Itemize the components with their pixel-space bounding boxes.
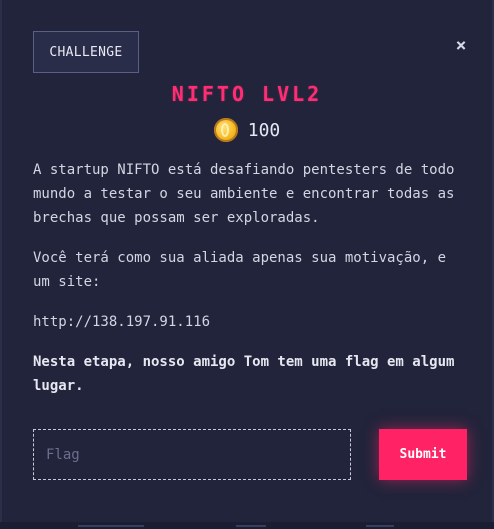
hint-text: Nesta etapa, nosso amigo Tom tem uma fla… bbox=[33, 354, 455, 394]
points-display: 100 bbox=[0, 118, 494, 142]
coin-icon bbox=[213, 118, 238, 142]
flag-input[interactable] bbox=[33, 429, 351, 480]
target-url-text: http://138.197.91.116 bbox=[33, 314, 211, 330]
modal-left-edge bbox=[0, 0, 2, 529]
points-value: 100 bbox=[247, 119, 281, 141]
submit-button[interactable]: Submit bbox=[379, 429, 467, 480]
bottom-strip bbox=[0, 522, 494, 529]
hint-paragraph: Nesta etapa, nosso amigo Tom tem uma fla… bbox=[33, 350, 463, 398]
description-paragraph: A startup NIFTO está desafiando penteste… bbox=[33, 158, 463, 230]
description-text-2: Você terá como sua aliada apenas sua mot… bbox=[33, 250, 447, 290]
description-paragraph: Você terá como sua aliada apenas sua mot… bbox=[33, 246, 463, 294]
challenge-title: NIFTO LVL2 bbox=[171, 82, 323, 106]
target-url: http://138.197.91.116 bbox=[33, 310, 463, 334]
challenge-tag: CHALLENGE bbox=[33, 31, 139, 73]
close-icon[interactable]: × bbox=[452, 35, 470, 56]
challenge-modal: CHALLENGE × NIFTO LVL2 100 A startup NIF… bbox=[0, 0, 494, 529]
description-text-1: A startup NIFTO está desafiando penteste… bbox=[33, 162, 455, 226]
